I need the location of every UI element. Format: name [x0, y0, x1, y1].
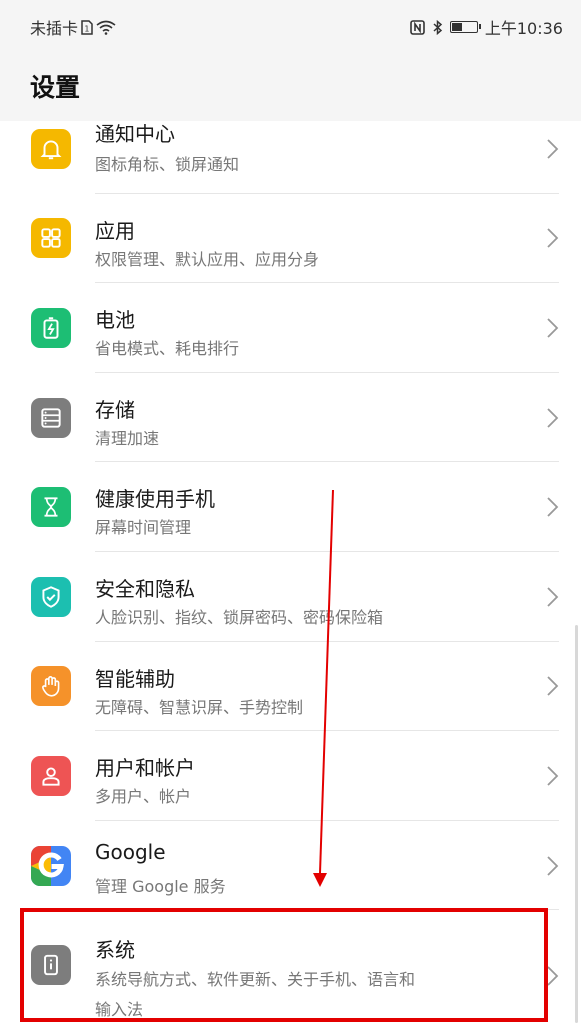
settings-item-security[interactable]: 安全和隐私 人脸识别、指纹、锁屏密码、密码保险箱	[0, 552, 581, 642]
battery-icon	[31, 307, 71, 348]
settings-item-apps[interactable]: 应用 权限管理、默认应用、应用分身	[0, 194, 581, 284]
settings-item-storage[interactable]: 存储 清理加速	[0, 373, 581, 463]
apps-grid-icon	[31, 218, 71, 259]
item-subtitle: 清理加速	[95, 428, 160, 448]
chevron-right-icon	[547, 497, 559, 517]
chevron-right-icon	[547, 228, 559, 249]
bluetooth-icon	[433, 19, 443, 35]
chevron-right-icon	[547, 676, 559, 696]
chevron-right-icon	[547, 855, 559, 876]
item-subtitle: 管理 Google 服务	[95, 876, 226, 896]
chevron-right-icon	[547, 766, 559, 786]
battery-status-icon	[449, 21, 481, 33]
page-title: 设置	[30, 73, 81, 102]
item-subtitle: 无障碍、智慧识屏、手势控制	[95, 697, 304, 717]
shield-icon	[31, 576, 71, 617]
settings-list: 通知中心 图标角标、锁屏通知 应用 权限管理、默认应用、应用分身 电池 省电模式…	[0, 104, 581, 1030]
chevron-right-icon	[547, 318, 559, 338]
sim-card-icon: 1	[81, 19, 93, 35]
hourglass-icon	[31, 487, 71, 528]
chevron-right-icon	[547, 587, 559, 607]
annotation-highlight-box	[20, 908, 548, 1022]
item-subtitle: 人脸识别、指纹、锁屏密码、密码保险箱	[95, 607, 384, 627]
settings-item-google[interactable]: Google 管理 Google 服务	[0, 821, 581, 911]
scrollbar[interactable]	[575, 625, 578, 1023]
item-title: 存储	[95, 397, 135, 422]
user-icon	[31, 755, 71, 796]
chevron-right-icon	[547, 407, 559, 428]
wifi-icon	[96, 20, 116, 35]
item-subtitle: 省电模式、耗电排行	[95, 339, 240, 359]
item-subtitle: 多用户、帐户	[95, 787, 192, 807]
chevron-right-icon	[547, 139, 559, 159]
item-title: 通知中心	[95, 122, 175, 146]
svg-text:1: 1	[84, 24, 89, 33]
header: 未插卡 1 上午10:36 设置	[0, 0, 581, 121]
item-subtitle: 权限管理、默认应用、应用分身	[95, 249, 320, 269]
item-title: 安全和隐私	[95, 576, 195, 601]
hand-icon	[31, 666, 71, 707]
settings-item-users-accounts[interactable]: 用户和帐户 多用户、帐户	[0, 731, 581, 821]
settings-item-digital-balance[interactable]: 健康使用手机 屏幕时间管理	[0, 462, 581, 552]
settings-item-smart-assistance[interactable]: 智能辅助 无障碍、智慧识屏、手势控制	[0, 642, 581, 732]
item-title: 电池	[95, 308, 135, 333]
status-bar: 未插卡 1 上午10:36	[0, 0, 581, 50]
google-icon	[31, 845, 71, 886]
item-title: 健康使用手机	[95, 487, 215, 512]
item-title: 应用	[95, 218, 135, 243]
carrier-text: 未插卡	[30, 19, 79, 38]
item-title: Google	[95, 839, 166, 864]
status-time: 上午10:36	[484, 19, 563, 38]
item-title: 用户和帐户	[95, 756, 195, 781]
storage-icon	[31, 397, 71, 438]
item-subtitle: 图标角标、锁屏通知	[95, 155, 240, 174]
nfc-icon	[410, 19, 425, 35]
item-subtitle: 屏幕时间管理	[95, 518, 192, 538]
item-title: 智能辅助	[95, 666, 175, 691]
bell-icon	[31, 128, 71, 169]
settings-item-battery[interactable]: 电池 省电模式、耗电排行	[0, 283, 581, 373]
